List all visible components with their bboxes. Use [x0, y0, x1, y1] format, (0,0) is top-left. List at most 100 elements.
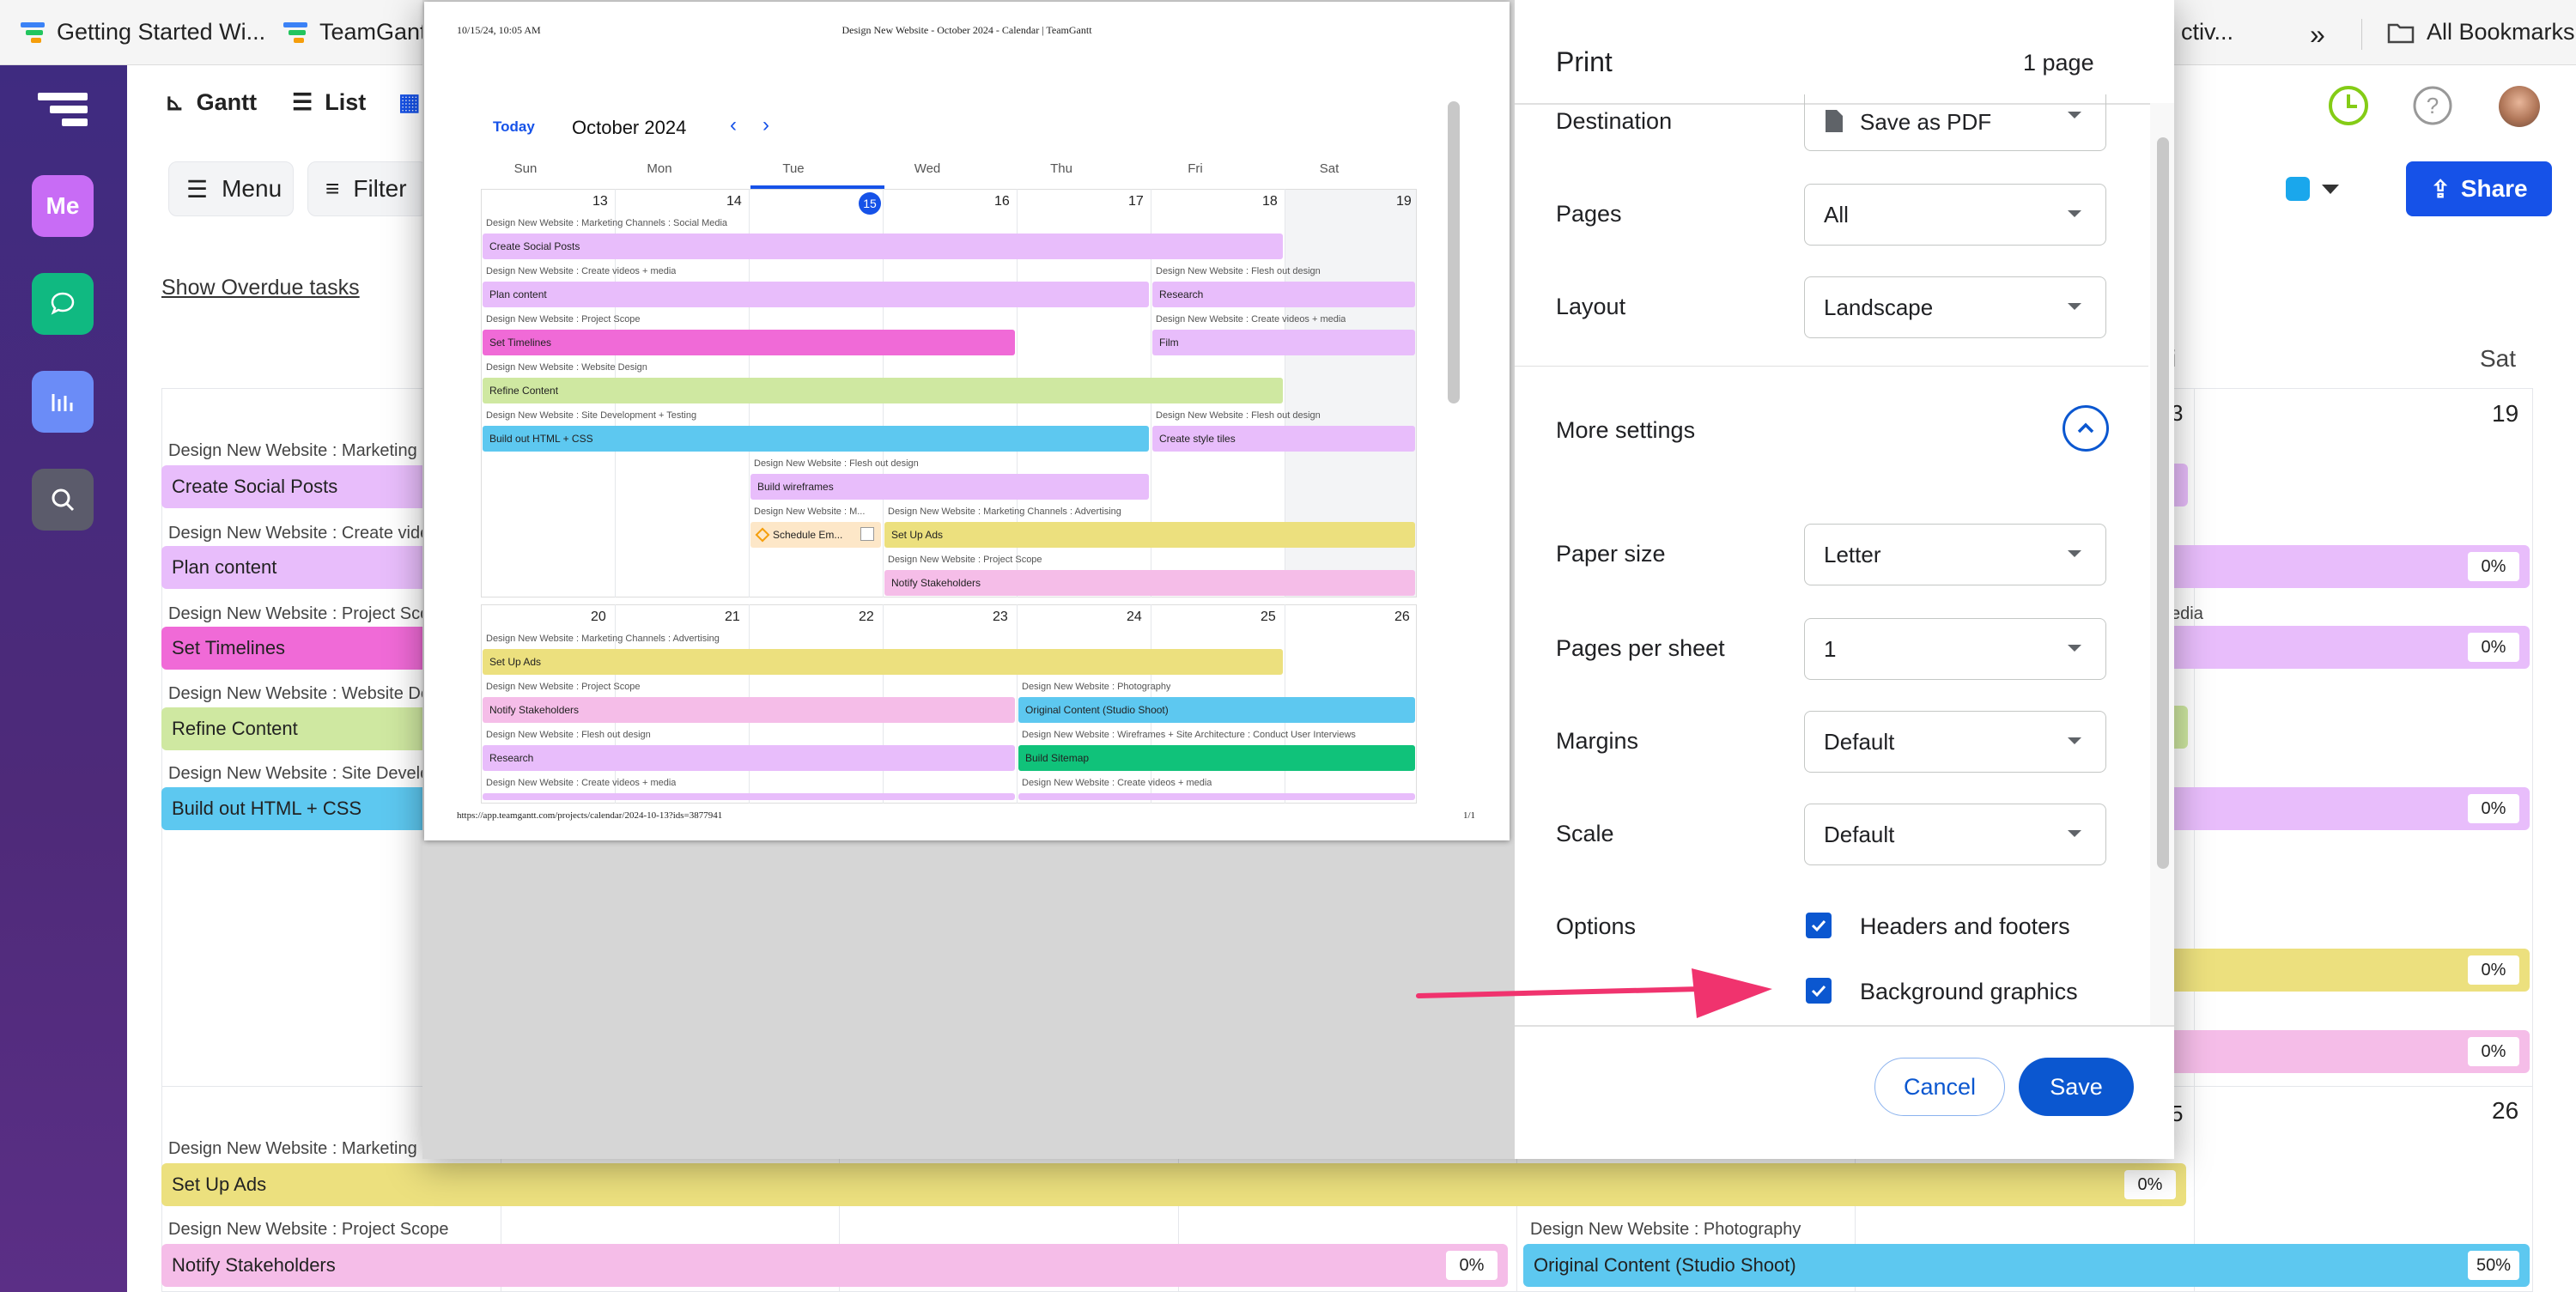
- menu-button[interactable]: ☰ Menu: [168, 161, 294, 216]
- bookmark-label: Getting Started Wi...: [57, 19, 266, 45]
- chat-button[interactable]: [32, 273, 94, 335]
- progress-percent: 0%: [2468, 552, 2519, 581]
- color-swatch: [2286, 177, 2310, 201]
- nav-calendar-icon[interactable]: ▦: [398, 89, 421, 116]
- background-graphics-checkbox[interactable]: [1806, 978, 1832, 1004]
- pages-per-sheet-select[interactable]: 1: [1804, 618, 2106, 680]
- print-doc-title: Design New Website - October 2024 - Cale…: [841, 24, 1092, 36]
- save-button[interactable]: Save: [2019, 1058, 2134, 1116]
- margins-label: Margins: [1556, 728, 1639, 754]
- task-path: Design New Website : Project Sco: [168, 604, 426, 623]
- task-bar[interactable]: 0%: [2164, 545, 2530, 588]
- cancel-button[interactable]: Cancel: [1874, 1058, 2005, 1116]
- page-count: 1 page: [2023, 50, 2094, 76]
- nav-list[interactable]: ☰ List: [292, 89, 366, 116]
- task-path: Design New Website : Photography: [1530, 1220, 1801, 1239]
- avatar[interactable]: [2499, 86, 2540, 127]
- task-bar[interactable]: Refine Content: [161, 707, 436, 750]
- task-path: Design New Website : Marketing C: [168, 441, 426, 460]
- chat-icon: [51, 292, 75, 315]
- options-label: Options: [1556, 913, 1637, 939]
- bookmark-partial[interactable]: ctiv...: [2181, 19, 2233, 45]
- checkmark-icon: [1811, 919, 1826, 932]
- task-path: Design New Website : Project Scope: [168, 1220, 449, 1239]
- today-day-badge: 15: [859, 192, 881, 215]
- month-title: October 2024: [572, 117, 687, 138]
- task-path: Design New Website : Site Develo: [168, 764, 426, 783]
- caret-down-icon: [2322, 184, 2339, 194]
- background-graphics-label[interactable]: Background graphics: [1860, 979, 2078, 1005]
- print-footer-url: https://app.teamgantt.com/projects/calen…: [457, 810, 723, 821]
- search-icon: [52, 488, 75, 512]
- checkbox-icon: [860, 527, 874, 541]
- all-bookmarks[interactable]: All Bookmarks: [2387, 19, 2575, 45]
- pages-label: Pages: [1556, 201, 1622, 227]
- task-bar[interactable]: Create Social Posts: [161, 465, 436, 508]
- task-path: Design New Website : Website De: [168, 684, 426, 703]
- teamgantt-logo-icon[interactable]: [38, 93, 88, 127]
- task-bar[interactable]: Notify Stakeholders 0%: [161, 1244, 1508, 1287]
- filter-button[interactable]: ≡ Filter: [307, 161, 428, 216]
- color-picker[interactable]: [2274, 161, 2356, 216]
- share-button[interactable]: ⇪ Share: [2406, 161, 2552, 216]
- me-button[interactable]: Me: [32, 175, 94, 237]
- bookmarks-overflow-chevron-icon[interactable]: »: [2310, 19, 2325, 51]
- bookmark-teamgantt[interactable]: TeamGant: [283, 19, 427, 45]
- paper-size-select[interactable]: Letter: [1804, 524, 2106, 585]
- bookmark-getting-started[interactable]: Getting Started Wi...: [21, 19, 265, 45]
- margins-select[interactable]: Default: [1804, 711, 2106, 773]
- search-button[interactable]: [32, 469, 94, 531]
- task-bar[interactable]: 0%: [2164, 1030, 2530, 1073]
- day-number: 26: [2492, 1097, 2519, 1124]
- show-overdue-link[interactable]: Show Overdue tasks: [161, 276, 360, 300]
- task-path: Design New Website : Create vide: [168, 524, 426, 543]
- progress-percent: 0%: [2468, 1037, 2519, 1066]
- more-settings-label[interactable]: More settings: [1556, 417, 1695, 444]
- bookmark-label: TeamGant: [319, 19, 427, 45]
- folder-icon: [2387, 23, 2415, 43]
- reports-button[interactable]: [32, 371, 94, 433]
- paper-size-label: Paper size: [1556, 541, 1666, 567]
- filter-icon: ≡: [325, 175, 340, 202]
- nav-gantt[interactable]: ⊾ Gantt: [165, 89, 257, 116]
- task-bar[interactable]: Build out HTML + CSS: [161, 787, 436, 830]
- task-bar[interactable]: 0%: [2164, 787, 2530, 830]
- task-bar[interactable]: Original Content (Studio Shoot) 50%: [1523, 1244, 2530, 1287]
- print-page-number: 1/1: [1463, 810, 1476, 821]
- prev-chevron-icon: ‹: [730, 113, 737, 136]
- checkmark-icon: [1811, 985, 1826, 998]
- progress-percent: 0%: [2468, 633, 2519, 662]
- task-bar[interactable]: Plan content: [161, 546, 436, 589]
- teamgantt-icon: [283, 21, 307, 45]
- task-bar[interactable]: 0%: [2164, 626, 2530, 669]
- progress-percent: 0%: [2468, 955, 2519, 985]
- headers-footers-label[interactable]: Headers and footers: [1860, 913, 2070, 940]
- svg-text:?: ?: [2427, 93, 2439, 118]
- collapse-chevron-up-icon[interactable]: [2063, 405, 2109, 452]
- task-bar[interactable]: 0%: [2164, 949, 2530, 992]
- clock-icon[interactable]: [2327, 84, 2370, 127]
- document-icon: [1826, 110, 1843, 132]
- share-icon: ⇪: [2430, 175, 2451, 203]
- print-preview-page: 10/15/24, 10:05 AM Design New Website - …: [424, 2, 1510, 840]
- list-icon: ☰: [292, 89, 313, 115]
- pages-select[interactable]: All: [1804, 184, 2106, 246]
- task-path: Design New Website : Marketing C: [168, 1139, 426, 1158]
- settings-scrollbar-thumb[interactable]: [2157, 137, 2169, 869]
- scale-select[interactable]: Default: [1804, 804, 2106, 865]
- day-number: 19: [2492, 400, 2519, 427]
- annotation-arrow-icon: [1416, 968, 1772, 1018]
- app-sidebar: Me: [0, 65, 127, 1292]
- task-bar[interactable]: Set Up Ads 0%: [161, 1163, 2186, 1206]
- pages-per-sheet-label: Pages per sheet: [1556, 635, 1725, 661]
- progress-percent: 50%: [2468, 1251, 2519, 1280]
- help-icon[interactable]: ?: [2411, 84, 2454, 127]
- destination-select[interactable]: Save as PDF: [1804, 94, 2106, 151]
- bar-chart-icon: [52, 394, 73, 411]
- gantt-icon: ⊾: [165, 89, 185, 115]
- layout-select[interactable]: Landscape: [1804, 276, 2106, 338]
- preview-scrollbar: [1448, 101, 1460, 403]
- task-bar[interactable]: Set Timelines: [161, 627, 436, 670]
- headers-footers-checkbox[interactable]: [1806, 913, 1832, 938]
- progress-percent: 0%: [1446, 1251, 1498, 1280]
